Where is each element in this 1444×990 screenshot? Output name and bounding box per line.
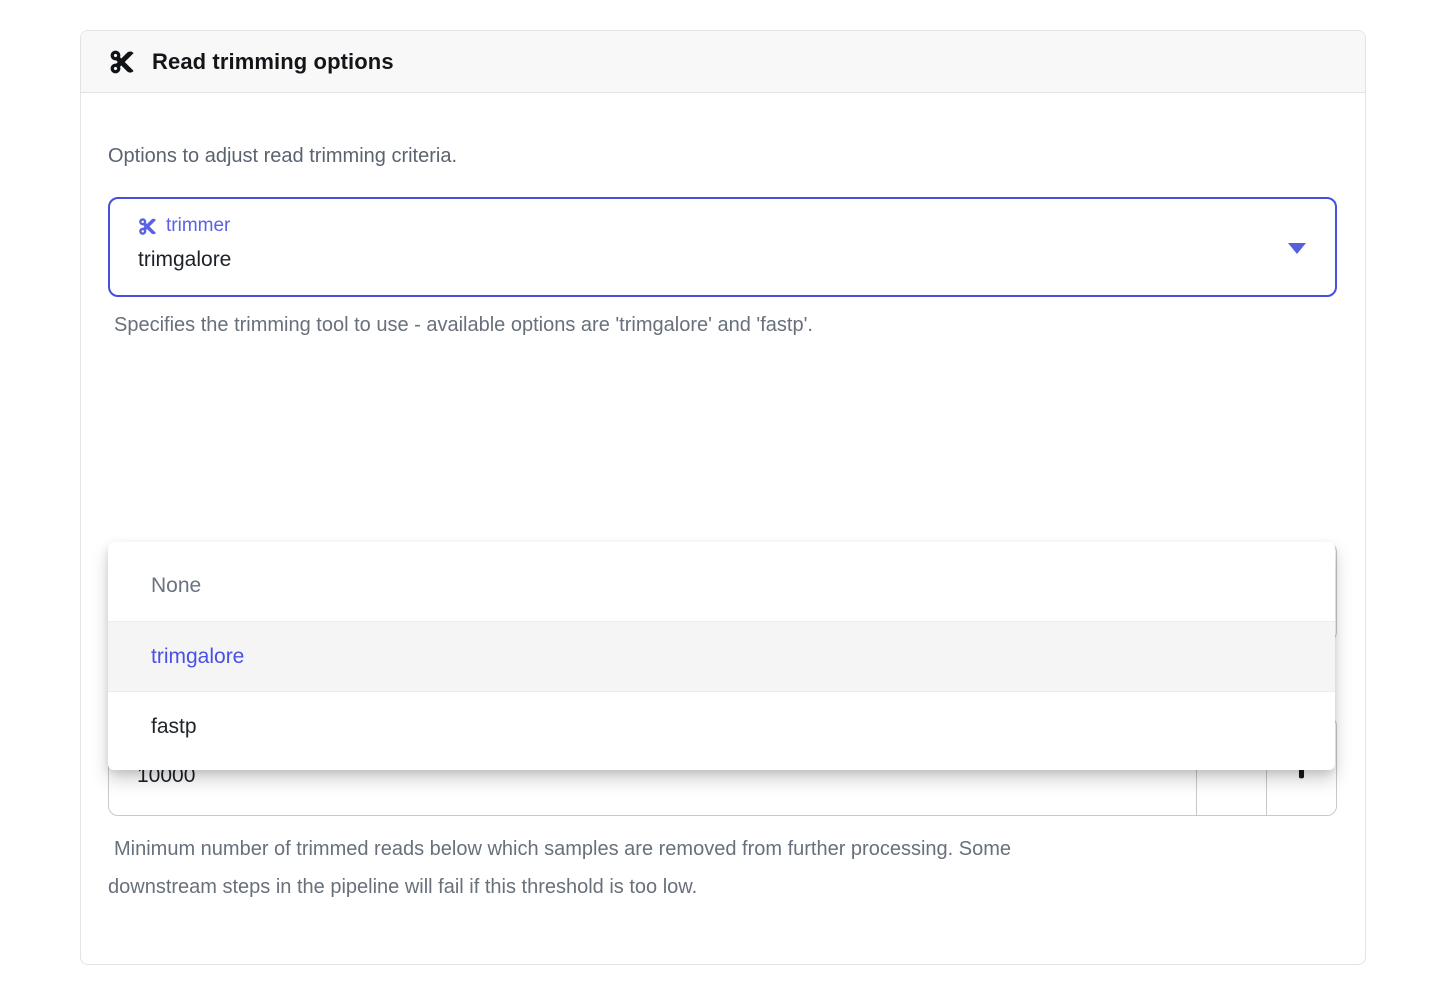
section-description: Options to adjust read trimming criteria… [108,141,1337,171]
trimmer-label: trimmer [166,213,230,239]
trimmer-dropdown-zone: None trimgalore fastp extra_fastp_args [108,542,1337,642]
caret-down-icon[interactable] [1288,243,1306,254]
dropdown-option-fastp[interactable]: fastp [108,691,1335,761]
scissors-icon [109,49,135,75]
section-title: Read trimming options [152,49,394,75]
trimmer-select[interactable]: trimmer trimgalore [108,197,1337,297]
section-header: Read trimming options [81,31,1365,93]
read-trimming-options-card: Read trimming options Options to adjust … [80,30,1366,965]
dropdown-option-trimgalore[interactable]: trimgalore [108,621,1335,691]
trimmer-dropdown-menu: None trimgalore fastp [108,542,1335,770]
dropdown-option-none[interactable]: None [108,551,1335,621]
trimmer-help: Specifies the trimming tool to use - ava… [114,311,1337,339]
section-body: Options to adjust read trimming criteria… [81,141,1365,906]
scissors-icon [138,217,157,236]
trimmer-label-row: trimmer [138,213,1309,239]
min-trimmed-reads-help: Minimum number of trimmed reads below wh… [108,830,1118,906]
trimmer-value: trimgalore [138,245,1309,275]
